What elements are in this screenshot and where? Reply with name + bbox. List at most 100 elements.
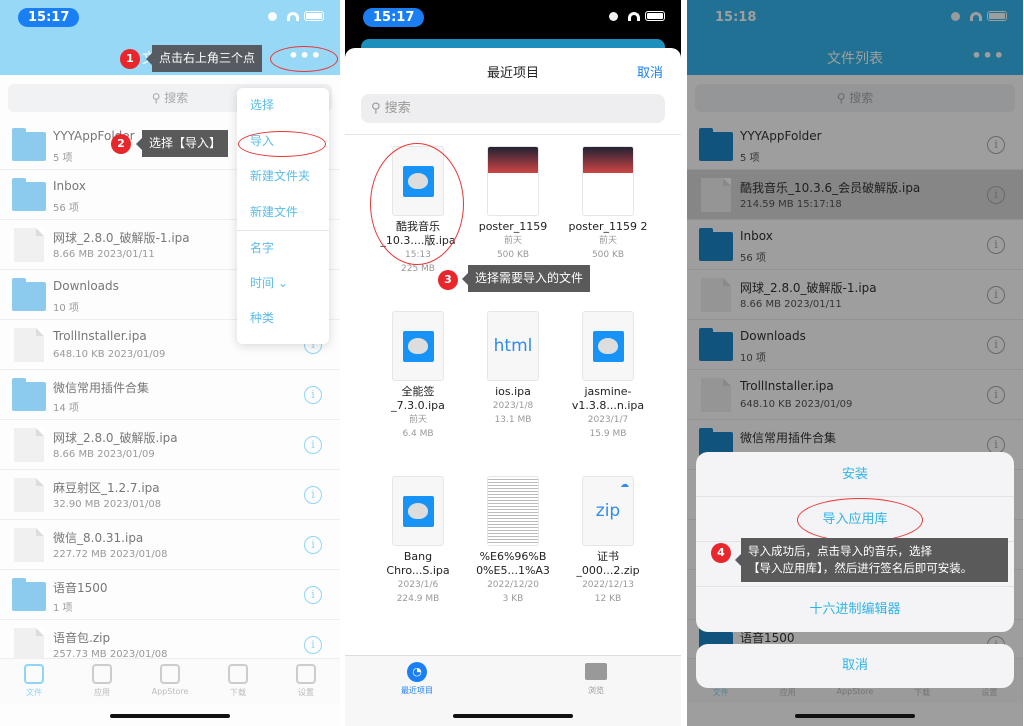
tab-appstore[interactable]: AppStore — [140, 659, 200, 703]
file-meta: 10 项 — [53, 303, 79, 314]
home-indicator — [110, 714, 230, 718]
app-icon — [402, 330, 434, 362]
picker-title: 最近项目 — [486, 66, 539, 81]
file-size: 13.1 MB — [494, 415, 532, 425]
folder-icon — [12, 278, 46, 311]
step-tooltip-2: 选择【导入】 — [135, 130, 229, 157]
file-meta: 5 项 — [53, 153, 73, 164]
file-thumbnail: zip ☁ — [582, 476, 634, 546]
file-icon — [14, 528, 44, 562]
下载-icon — [228, 664, 248, 684]
grid-item[interactable]: 全能签 _7.3.0.ipa 前天 6.4 MB — [368, 311, 468, 441]
file-name: 语音1500 — [53, 581, 108, 595]
tab-文件[interactable]: 文件 — [4, 659, 64, 703]
file-thumbnail — [582, 146, 634, 216]
menu-item[interactable]: 时间 ⌄ — [237, 266, 329, 302]
signal-icon — [268, 11, 282, 21]
file-size: 12 KB — [594, 594, 622, 604]
tab-设置[interactable]: 设置 — [276, 659, 336, 703]
file-meta: 648.10 KB 2023/01/09 — [53, 349, 166, 360]
file-date: 2023/1/8 — [492, 401, 534, 411]
status-time: 15:17 — [363, 8, 425, 27]
action-安装[interactable]: 安装 — [696, 452, 1014, 497]
grid-item[interactable]: Bang Chro...S.ipa 2023/1/6 224.9 MB — [368, 476, 468, 606]
tab-应用[interactable]: 应用 — [72, 659, 132, 703]
folder-icon — [12, 378, 46, 411]
action-十六进制编辑器[interactable]: 十六进制编辑器 — [696, 587, 1014, 632]
file-name: 网球_2.8.0_破解版-1.ipa — [53, 231, 190, 245]
list-item[interactable]: 微信_8.0.31.ipa 227.72 MB 2023/01/08 i — [0, 520, 340, 570]
file-size: 6.4 MB — [402, 429, 434, 439]
list-item[interactable]: 网球_2.8.0_破解版.ipa 8.66 MB 2023/01/09 i — [0, 420, 340, 470]
tab-label: 浏览 — [588, 686, 604, 695]
tab-下载[interactable]: 下载 — [208, 659, 268, 703]
tab-browse[interactable]: 浏览 — [571, 662, 621, 696]
search-placeholder: 搜索 — [384, 101, 411, 116]
file-date: 2022/12/20 — [487, 580, 539, 590]
file-meta: 56 项 — [53, 203, 79, 214]
file-name: poster_1159 2 — [568, 220, 648, 233]
status-time: 15:17 — [18, 8, 80, 27]
files-app-panel-1: 文件列表 ••• 15:17 ⚲ 搜索 YYYAppFolder5 项iInbo… — [0, 0, 340, 726]
grid-item[interactable]: %E6%96%B 0%E5...1%A3 2022/12/20 3 KB — [463, 476, 563, 606]
info-icon[interactable]: i — [304, 536, 322, 554]
menu-item[interactable]: 选择 — [237, 88, 329, 124]
cloud-download-icon: ☁ — [620, 480, 629, 490]
info-icon[interactable]: i — [304, 586, 322, 604]
menu-item[interactable]: 新建文件 — [237, 195, 329, 231]
grid-item[interactable]: zip ☁ 证书 _000...2.zip 2022/12/13 12 KB — [558, 476, 658, 606]
app-icon — [592, 330, 624, 362]
menu-item[interactable]: 名字 — [237, 230, 329, 266]
cancel-button[interactable]: 取消 — [637, 62, 663, 81]
tab-recents[interactable]: ◔ 最近项目 — [392, 662, 442, 696]
file-icon — [14, 628, 44, 662]
file-size: 15.9 MB — [589, 429, 627, 439]
list-item[interactable]: 语音1500 1 项 i — [0, 570, 340, 620]
file-icon — [14, 428, 44, 462]
info-icon[interactable]: i — [304, 486, 322, 504]
folder-icon — [585, 663, 607, 680]
file-date: 2023/1/7 — [587, 415, 629, 425]
file-date: 2023/1/6 — [397, 580, 439, 590]
file-thumbnail — [392, 476, 444, 546]
file-name: Bang Chro...S.ipa — [386, 550, 450, 577]
more-menu: 选择 导入 新建文件夹 新建文件 名字 时间 ⌄ 种类 — [237, 88, 329, 344]
battery-icon — [304, 11, 324, 21]
info-icon[interactable]: i — [304, 386, 322, 404]
list-item[interactable]: 麻豆射区_1.2.7.ipa 32.90 MB 2023/01/08 i — [0, 470, 340, 520]
status-bar: 15:17 — [345, 0, 681, 36]
info-icon[interactable]: i — [304, 636, 322, 654]
zip-label: zip — [595, 501, 621, 521]
file-name: ios.ipa — [495, 385, 531, 398]
file-meta: 32.90 MB 2023/01/08 — [53, 499, 162, 510]
grid-item[interactable]: poster_1159 2 前天 500 KB — [558, 146, 658, 262]
tab-bar: ◔ 最近项目 浏览 — [345, 655, 681, 726]
list-item[interactable]: 微信常用插件合集 14 项 i — [0, 370, 340, 420]
file-name: poster_1159 — [478, 220, 548, 233]
files-app-panel-3: 文件列表 ••• 15:18 ⚲ 搜索 YYYAppFolder 5 项 i 酷我音乐… — [687, 0, 1023, 726]
file-name: 全能签 _7.3.0.ipa — [391, 385, 445, 412]
file-size: 500 KB — [496, 250, 530, 260]
grid-item[interactable]: poster_1159 前天 500 KB — [463, 146, 563, 262]
file-name: 证书 _000...2.zip — [576, 550, 640, 577]
file-name: jasmine- v1.3.8...n.ipa — [571, 385, 645, 412]
info-icon[interactable]: i — [304, 436, 322, 454]
file-name: 语音包.zip — [53, 631, 111, 645]
file-meta: 227.72 MB 2023/01/08 — [53, 549, 168, 560]
file-name: 微信常用插件合集 — [53, 381, 150, 395]
grid-item[interactable]: jasmine- v1.3.8...n.ipa 2023/1/7 15.9 MB — [558, 311, 658, 441]
action-cancel-button[interactable]: 取消 — [696, 644, 1014, 688]
menu-item[interactable]: 新建文件夹 — [237, 159, 329, 195]
status-bar: 15:17 — [0, 0, 340, 36]
step-badge-3: 3 — [438, 270, 458, 290]
search-input[interactable]: ⚲ 搜索 — [361, 94, 665, 123]
grid-item[interactable]: html ios.ipa 2023/1/8 13.1 MB — [463, 311, 563, 427]
AppStore-icon — [160, 664, 180, 684]
file-meta: 14 项 — [53, 403, 79, 414]
file-date: 前天 — [408, 415, 427, 425]
folder-icon — [12, 128, 46, 161]
menu-item[interactable]: 种类 — [237, 301, 329, 337]
文件-icon — [24, 664, 44, 684]
search-icon: ⚲ — [151, 91, 165, 105]
file-thumbnail — [582, 311, 634, 381]
